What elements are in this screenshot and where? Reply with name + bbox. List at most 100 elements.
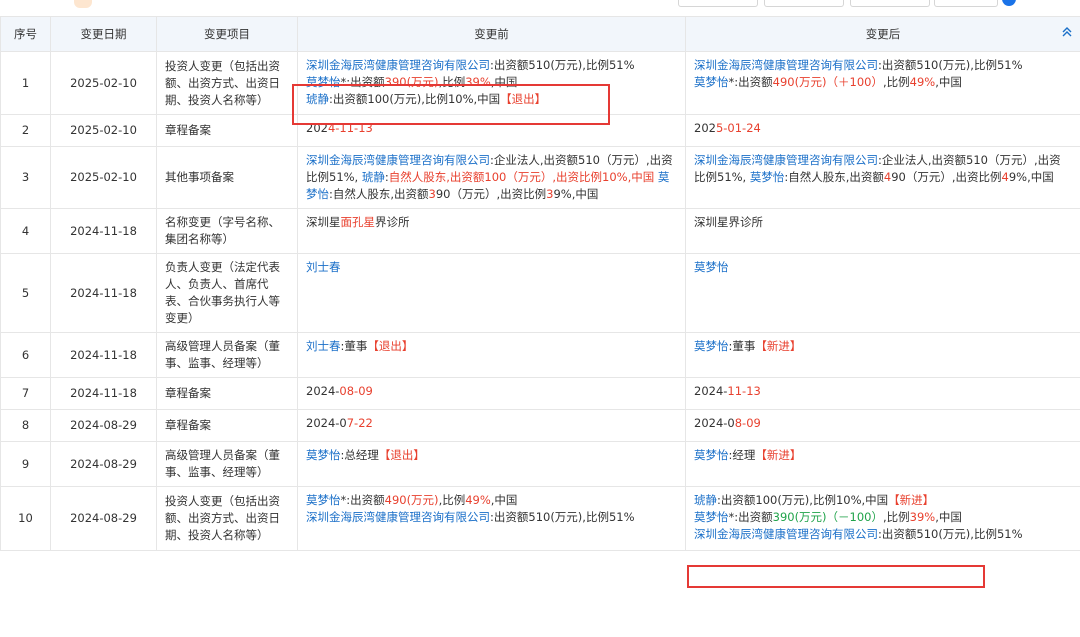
table-row: 3 2025-02-10 其他事项备案 深圳金海辰湾健康管理咨询有限公司:企业法人,出…: [0, 146, 1080, 209]
change-text: 390(万元): [384, 75, 439, 89]
after-value: 莫梦怡:经理【新进】: [685, 441, 1080, 487]
chevron-up-icon[interactable]: [1062, 26, 1072, 40]
change-text: 39%: [909, 510, 936, 524]
entity-link[interactable]: 深圳金海辰湾健康管理咨询有限公司: [306, 153, 490, 167]
change-date: 2024-08-29: [50, 486, 157, 551]
change-text: 2024-0: [694, 416, 735, 430]
row-number: 9: [0, 441, 51, 487]
change-text: :出资额100(万元),比例10%,中国: [717, 493, 889, 507]
entity-link[interactable]: 深圳金海辰湾健康管理咨询有限公司: [694, 58, 878, 72]
change-date: 2024-11-18: [50, 208, 157, 254]
change-text: 4: [1001, 170, 1009, 184]
change-line: 刘士春:董事【退出】: [306, 338, 677, 355]
before-value: 深圳金海辰湾健康管理咨询有限公司:企业法人,出资额510（万元）,出资比例51%…: [297, 146, 686, 209]
change-line: 莫梦怡*:出资额490(万元)（＋100）,比例49%,中国: [694, 74, 1072, 91]
entity-link[interactable]: 深圳金海辰湾健康管理咨询有限公司: [306, 510, 490, 524]
after-value: 2025-01-24: [685, 114, 1080, 147]
change-line: 莫梦怡*:出资额390(万元)（－100）,比例39%,中国: [694, 509, 1072, 526]
change-line: 2024-11-13: [306, 120, 677, 137]
info-icon: [1002, 0, 1016, 6]
col-header-after-label: 变更后: [865, 27, 901, 41]
change-text: 202: [694, 121, 716, 135]
change-line: 琥静:出资额100(万元),比例10%,中国【新进】: [694, 492, 1072, 509]
entity-link[interactable]: 莫梦怡: [306, 448, 341, 462]
toolbar-button[interactable]: [850, 0, 930, 7]
change-line: 莫梦怡: [694, 259, 1072, 276]
change-line: 深圳金海辰湾健康管理咨询有限公司:企业法人,出资额510（万元）,出资比例51%…: [306, 152, 677, 203]
before-value: 2024-08-09: [297, 377, 686, 410]
change-text: ,中国: [935, 75, 962, 89]
after-value: 2024-11-13: [685, 377, 1080, 410]
change-date: 2024-11-18: [50, 377, 157, 410]
entity-link[interactable]: 莫梦怡: [694, 260, 729, 274]
row-number: 4: [0, 208, 51, 254]
change-line: 2025-01-24: [694, 120, 1072, 137]
entity-link[interactable]: 刘士春: [306, 339, 341, 353]
after-value: 莫梦怡: [685, 253, 1080, 333]
row-number: 8: [0, 409, 51, 442]
row-number: 5: [0, 253, 51, 333]
table-header-row: 序号 变更日期 变更项目 变更前 变更后: [0, 16, 1080, 52]
entity-link[interactable]: 琥静: [694, 493, 717, 507]
entity-link[interactable]: 莫梦怡: [306, 493, 341, 507]
col-header-no: 序号: [0, 16, 51, 52]
entity-link[interactable]: 琥静: [362, 170, 385, 184]
change-text: :自然人股东,出资额: [329, 187, 429, 201]
toolbar-button[interactable]: [678, 0, 758, 7]
col-header-after: 变更后: [685, 16, 1080, 52]
change-line: 深圳金海辰湾健康管理咨询有限公司:出资额510(万元),比例51%: [694, 57, 1072, 74]
entity-link[interactable]: 莫梦怡: [694, 75, 729, 89]
change-text: ,比例: [883, 75, 910, 89]
table-row: 2 2025-02-10 章程备案 2024-11-13 2025-01-24: [0, 114, 1080, 147]
table-row: 4 2024-11-18 名称变更（字号名称、集团名称等） 深圳星面孔星界诊所 深圳星界…: [0, 208, 1080, 254]
change-text: ,比例: [438, 493, 466, 507]
change-text: 9%,中国: [1008, 170, 1054, 184]
table-row: 7 2024-11-18 章程备案 2024-08-09 2024-11-13: [0, 377, 1080, 410]
change-line: 2024-08-09: [694, 415, 1072, 432]
change-text: 8-09: [734, 416, 761, 430]
change-text: 2024-0: [306, 416, 347, 430]
entity-link[interactable]: 深圳金海辰湾健康管理咨询有限公司: [694, 527, 878, 541]
entity-link[interactable]: 莫梦怡: [694, 510, 729, 524]
change-line: 莫梦怡:董事【新进】: [694, 338, 1072, 355]
entity-link[interactable]: 琥静: [306, 92, 329, 106]
change-text: 11-13: [727, 384, 761, 398]
entity-link[interactable]: 莫梦怡: [750, 170, 785, 184]
entity-link[interactable]: 深圳金海辰湾健康管理咨询有限公司: [694, 153, 878, 167]
change-item: 负责人变更（法定代表人、负责人、首席代表、合伙事务执行人等变更）: [156, 253, 298, 333]
change-text: 49%: [909, 75, 936, 89]
change-line: 莫梦怡:总经理【退出】: [306, 447, 677, 464]
change-line: 琥静:出资额100(万元),比例10%,中国【退出】: [306, 91, 677, 108]
change-text: :总经理: [340, 448, 379, 462]
before-value: 刘士春: [297, 253, 686, 333]
change-text: :经理: [728, 448, 756, 462]
change-date: 2024-11-18: [50, 253, 157, 333]
change-line: 2024-07-22: [306, 415, 677, 432]
change-text: 【退出】: [367, 339, 414, 353]
entity-link[interactable]: 莫梦怡: [694, 339, 729, 353]
change-line: 2024-11-13: [694, 383, 1072, 400]
change-text: 面孔星: [340, 215, 376, 229]
change-text: 3: [428, 187, 436, 201]
entity-link[interactable]: 莫梦怡: [306, 75, 341, 89]
change-text: 90（万元）,出资比例: [891, 170, 1002, 184]
change-line: 深圳金海辰湾健康管理咨询有限公司:出资额510(万元),比例51%: [306, 57, 677, 74]
row-number: 2: [0, 114, 51, 147]
change-text: :出资额510(万元),比例51%: [490, 58, 635, 72]
change-text: 49%: [465, 493, 491, 507]
change-text: :出资额510(万元),比例51%: [490, 510, 635, 524]
change-text: *:出资额: [728, 510, 773, 524]
change-item: 投资人变更（包括出资额、出资方式、出资日期、投资人名称等）: [156, 51, 298, 115]
toolbar-dropdown[interactable]: [934, 0, 998, 7]
entity-link[interactable]: 刘士春: [306, 260, 341, 274]
change-text: 490(万元): [384, 493, 439, 507]
entity-link[interactable]: 深圳金海辰湾健康管理咨询有限公司: [306, 58, 490, 72]
entity-link[interactable]: 莫梦怡: [694, 448, 729, 462]
change-item: 高级管理人员备案（董事、监事、经理等）: [156, 332, 298, 378]
toolbar-button[interactable]: [764, 0, 844, 7]
change-date: 2025-02-10: [50, 114, 157, 147]
row-number: 3: [0, 146, 51, 209]
change-line: 莫梦怡*:出资额390(万元),比例39%,中国: [306, 74, 677, 91]
after-value: 深圳星界诊所: [685, 208, 1080, 254]
change-line: 莫梦怡:经理【新进】: [694, 447, 1072, 464]
